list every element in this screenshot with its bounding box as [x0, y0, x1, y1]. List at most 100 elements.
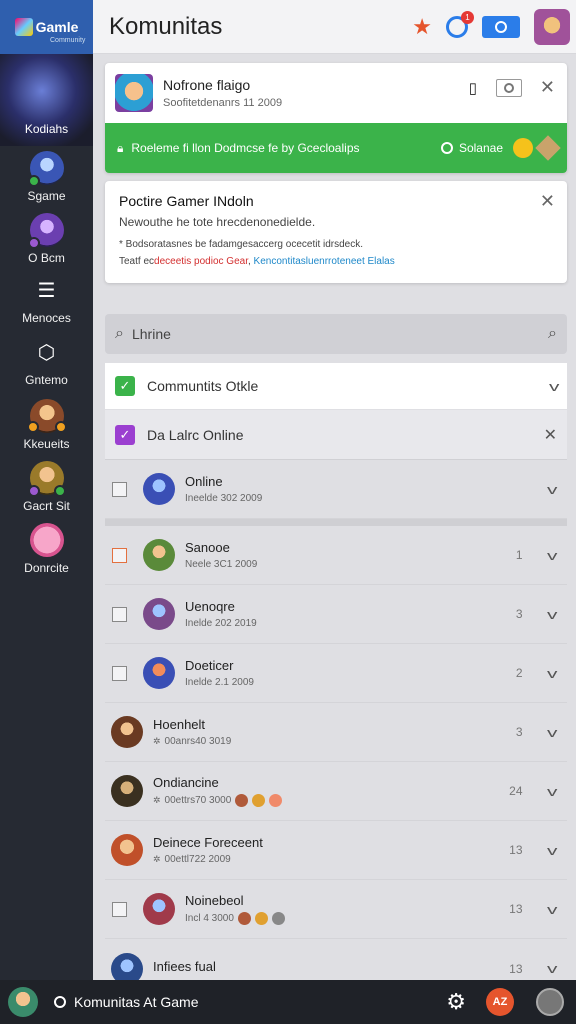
settings-icon: ✲ [153, 854, 161, 864]
list-item[interactable]: Noinebeol Incl 4 3000 13 v [105, 880, 567, 939]
chevron-down-icon[interactable]: v [547, 548, 557, 563]
sidebar-item-gacrt[interactable]: Gacrt Sit [0, 456, 93, 518]
sidebar-item-label: Sgame [27, 189, 66, 203]
sidebar-item-label: Kkeueits [23, 437, 70, 451]
checkbox[interactable] [112, 606, 127, 622]
row-name: Infiees fual [153, 959, 216, 974]
avatar [143, 657, 175, 689]
row-name: Sanooe [185, 540, 230, 555]
checkbox[interactable] [112, 481, 127, 497]
sidebar-hero[interactable]: Kodiahs [0, 54, 93, 146]
profile-icon[interactable] [536, 988, 564, 1016]
close-icon[interactable]: ✕ [540, 191, 555, 212]
row-meta: 00anrs40 3019 [164, 736, 232, 747]
reaction-icon [254, 912, 268, 925]
sidebar-item-donrcite[interactable]: Donrcite [0, 518, 93, 580]
row-meta: Neele 3C1 2009 [185, 559, 258, 570]
bottom-title: Komunitas At Game [74, 994, 199, 1010]
sidebar-item-kkeueits[interactable]: Kkeueits [0, 394, 93, 456]
notification-message: Roeleme fi llon Dodmcse fe by Gcecloalip… [131, 141, 360, 155]
view-button[interactable] [496, 79, 522, 97]
checkbox[interactable]: ✓ [115, 424, 135, 445]
row-name: Deinece Foreceent [153, 835, 263, 850]
settings-icon: ✲ [153, 795, 161, 805]
sidebar-item-sgame[interactable]: Sgame [0, 146, 93, 208]
group-label: Communtits Otkle [147, 378, 259, 394]
notification-thumbnail [115, 74, 153, 112]
sidebar-item-bcm[interactable]: O Bcm [0, 208, 93, 270]
circle-icon: 1 [446, 10, 474, 38]
brand-logo[interactable]: Gamle Community [0, 0, 93, 54]
reaction-icon [269, 794, 283, 807]
list-item[interactable]: Online Ineelde 302 2009 v [105, 460, 567, 519]
row-name: Doeticer [185, 658, 234, 673]
group-header[interactable]: ✓ Da Lalrc Online ✕ [105, 410, 567, 460]
row-count: 3 [515, 725, 523, 739]
sidebar-item-gntemo[interactable]: ⬡ Gntemo [0, 332, 93, 394]
sidebar: Gamle Community Kodiahs Sgame O Bcm ☰ Me… [0, 0, 93, 980]
lock-icon: 🔒︎ [117, 140, 124, 155]
sidebar-item-label: O Bcm [28, 251, 65, 265]
row-count: 13 [509, 843, 523, 857]
badge-button[interactable]: AZ [486, 988, 514, 1016]
star-icon[interactable]: ★ [412, 14, 432, 40]
hexagon-icon: ⬡ [37, 341, 56, 364]
row-meta: Ineelde 302 2009 [185, 493, 263, 504]
avatar[interactable] [534, 8, 570, 45]
chevron-down-icon[interactable]: v [547, 784, 557, 799]
sidebar-item-menoces[interactable]: ☰ Menoces [0, 270, 93, 332]
info-line: * Bodsoratasnes be fadamgesaccerg ocecet… [119, 239, 364, 250]
header: Komunitas ★ 1 [93, 0, 576, 54]
search-icon: ⌕ [115, 325, 124, 342]
emoji-icon [513, 138, 533, 158]
row-count: 2 [515, 666, 523, 680]
search-bar: ⌕ ⌕ [105, 314, 567, 354]
chevron-down-icon[interactable]: v [547, 961, 557, 976]
camera-icon [495, 20, 507, 33]
notification-badge: 1 [461, 10, 474, 24]
group-header[interactable]: ✓ Communtits Otkle v [105, 363, 567, 409]
checkbox[interactable] [112, 901, 127, 917]
chevron-down-icon[interactable]: v [547, 902, 557, 917]
chevron-down-icon[interactable]: v [547, 843, 557, 858]
list-item[interactable]: Ondiancine ✲ 00ettrs70 3000 24 v [105, 762, 567, 821]
notification-name: Nofrone flaigo [163, 77, 251, 93]
avatar [29, 523, 64, 557]
list-item[interactable]: Hoenhelt ✲ 00anrs40 3019 3 v [105, 703, 567, 762]
list-item[interactable]: Doeticer Inelde 2.1 2009 2 v [105, 644, 567, 703]
sidebar-item-label: Menoces [22, 311, 71, 325]
search-input[interactable] [131, 326, 549, 342]
checkbox[interactable] [112, 547, 127, 563]
chevron-down-icon[interactable]: v [547, 725, 557, 740]
source-label: Solanae [458, 141, 503, 155]
camera-button[interactable] [482, 15, 520, 38]
chevron-down-icon[interactable]: v [547, 666, 557, 681]
list-item[interactable]: Uenoqre Inelde 202 2019 3 v [105, 585, 567, 644]
reaction-icon [271, 912, 285, 925]
notifications-button[interactable]: 1 [446, 10, 474, 38]
chevron-down-icon[interactable]: v [547, 607, 557, 622]
source-link[interactable]: Solanae [440, 141, 503, 155]
sidebar-item-label: Gntemo [25, 373, 68, 387]
search-icon[interactable]: ⌕ [548, 325, 557, 343]
notification-bar[interactable]: 🔒︎ Roeleme fi llon Dodmcse fe by Gcecloa… [105, 123, 567, 173]
brand-sub: Community [50, 37, 86, 44]
info-link-blue[interactable]: Kencontitasluenrroteneet Elalas [254, 256, 395, 267]
close-icon[interactable]: ✕ [540, 77, 555, 98]
info-link-red[interactable]: deceetis podioc Gear [154, 256, 248, 267]
row-count: 13 [509, 902, 523, 916]
gear-icon[interactable]: ⚙ [446, 989, 466, 1015]
chevron-down-icon[interactable]: v [547, 482, 557, 497]
info-card: Poctire Gamer INdoln Newouthe he tote hr… [105, 181, 567, 283]
checkbox[interactable] [112, 665, 127, 681]
info-links: Teatf ecdeceetis podioc Gear, Kencontita… [119, 256, 553, 267]
avatar [143, 893, 175, 925]
avatar[interactable] [8, 987, 38, 1017]
mobile-icon[interactable]: ▯ [469, 79, 477, 97]
page-title: Komunitas [109, 12, 223, 40]
checkbox[interactable]: ✓ [115, 376, 135, 396]
list-item[interactable]: Sanooe Neele 3C1 2009 1 v [105, 526, 567, 585]
close-icon[interactable]: ✕ [544, 425, 557, 445]
list-item[interactable]: Deinece Foreceent ✲ 00ettl722 2009 13 v [105, 821, 567, 880]
chevron-down-icon[interactable]: v [549, 379, 559, 394]
